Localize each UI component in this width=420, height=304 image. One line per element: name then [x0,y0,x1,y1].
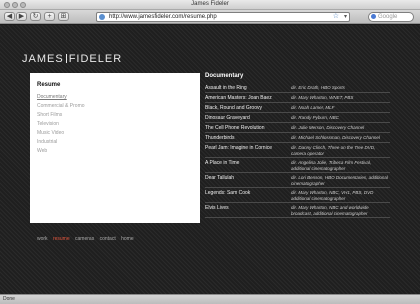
favicon-icon [99,14,105,20]
credit-title: Assault in the Ring [205,85,247,91]
credit-row: The Cell Phone Revolution dir. Julie Mers… [205,123,390,133]
credit-detail: dir. Noah Lamer, MLF [291,105,335,110]
credit-row: Assault in the Ring dir. Eric Drath, HBO … [205,83,390,93]
sidebar-item-web[interactable]: Web [37,147,85,156]
credit-detail: dir. Danny Clinch, Three on the Tree DVD… [291,145,376,156]
credit-title: Dinosaur Graveyard [205,115,250,121]
credit-row: Black, Round and Groovy dir. Noah Lamer, … [205,103,390,113]
forward-button[interactable]: ▶ [16,12,27,21]
back-button[interactable]: ◀ [4,12,15,21]
credit-title: The Cell Phone Revolution [205,125,265,131]
credit-title: Pearl Jam: Imagine in Cornice [205,145,272,151]
credit-title: Thunderbirds [205,135,235,141]
search-placeholder: Google [378,14,398,20]
nav-link-work[interactable]: work [37,236,48,242]
credit-title: Black, Round and Groovy [205,105,262,111]
credit-row: Dinosaur Graveyard dir. Randy Pyburn, NBC [205,113,390,123]
credit-detail: dir. Julie Merson, Discovery Channel [291,125,365,130]
sidebar-heading: Resume [37,82,61,88]
credit-title: Elvis Lives [205,205,229,211]
credit-title: Dear Tallulah [205,175,235,181]
credit-row: A Place in Time dir. Angelina Jolie, Trib… [205,158,390,173]
browser-toolbar: ◀ ▶ ↻ + ⊞ http://www.jamesfideler.com/re… [0,10,420,24]
credit-title: Legends: Sam Cook [205,190,251,196]
credit-detail: dir. Angelina Jolie, Tribeca Film Festiv… [291,160,372,171]
sidebar-item-industrial[interactable]: Industrial [37,138,85,147]
credit-detail: dir. Michael Schlossman, Discovery Chann… [291,135,380,140]
credit-row: Dear Tallulah dir. Lori Benson, HBO Docum… [205,173,390,188]
logo-divider [65,54,67,63]
url-text: http://www.jamesfideler.com/resume.php [109,14,217,20]
credit-detail: dir. Eric Drath, HBO Sports [291,85,345,90]
credit-detail: dir. Mary Wharton, WNET, PBS [291,95,354,100]
credit-row: Thunderbirds dir. Michael Schlossman, Dis… [205,133,390,143]
sidebar-item-documentary[interactable]: Documentary [37,93,85,102]
credit-title: American Masters: Joan Baez [205,95,272,101]
credit-detail: dir. Mary Wharton, NBC and worldwide bro… [291,205,369,216]
web-page: JAMES FIDELER Resume Documentary Commerci… [0,25,420,294]
rss-button[interactable]: ⊞ [58,12,69,21]
section-heading: Documentary [205,73,244,79]
address-bar[interactable]: http://www.jamesfideler.com/resume.php ☆… [96,12,350,22]
nav-link-contact[interactable]: contact [100,236,116,242]
add-bookmark-button[interactable]: + [44,12,55,21]
bookmark-star-icon[interactable]: ☆ [333,13,339,21]
window-titlebar: James Fideler [0,0,420,10]
site-logo[interactable]: JAMES FIDELER [22,53,122,65]
search-input[interactable]: Google [368,12,414,22]
sidebar-menu: Documentary Commercial & Promo Short Fil… [37,93,85,156]
status-bar: Done [0,294,420,304]
sidebar-item-television[interactable]: Television [37,120,85,129]
nav-link-resume[interactable]: resume [53,236,70,242]
status-text: Done [3,296,15,302]
credit-row: Pearl Jam: Imagine in Cornice dir. Danny … [205,143,390,158]
credit-detail: dir. Randy Pyburn, NBC [291,115,339,120]
nav-link-home[interactable]: home [121,236,134,242]
credit-row: Legends: Sam Cook dir. Mary Wharton, NBC,… [205,188,390,203]
go-arrow-icon[interactable]: ▾ [344,13,347,21]
window-title: James Fideler [191,1,229,7]
documentary-list: Documentary Assault in the Ring dir. Eric… [205,73,390,218]
credit-detail: dir. Lori Benson, HBO Documentaries, add… [291,175,388,186]
logo-first-name: JAMES [22,53,64,65]
sidebar-item-music-video[interactable]: Music Video [37,129,85,138]
reload-button[interactable]: ↻ [30,12,41,21]
nav-link-cameras[interactable]: cameras [75,236,94,242]
search-engine-icon[interactable] [371,14,376,19]
sidebar-item-short-films[interactable]: Short Films [37,111,85,120]
credit-detail: dir. Mary Wharton, NBC, VH1, PBS, DVD ad… [291,190,374,201]
credit-row: Elvis Lives dir. Mary Wharton, NBC and wo… [205,203,390,218]
credit-title: A Place in Time [205,160,240,166]
logo-last-name: FIDELER [68,53,123,65]
sidebar-item-commercial-promo[interactable]: Commercial & Promo [37,102,85,111]
resume-sidebar: Resume Documentary Commercial & Promo Sh… [30,73,200,223]
credit-row: American Masters: Joan Baez dir. Mary Wha… [205,93,390,103]
footer-nav: work resume cameras contact home [37,236,138,242]
